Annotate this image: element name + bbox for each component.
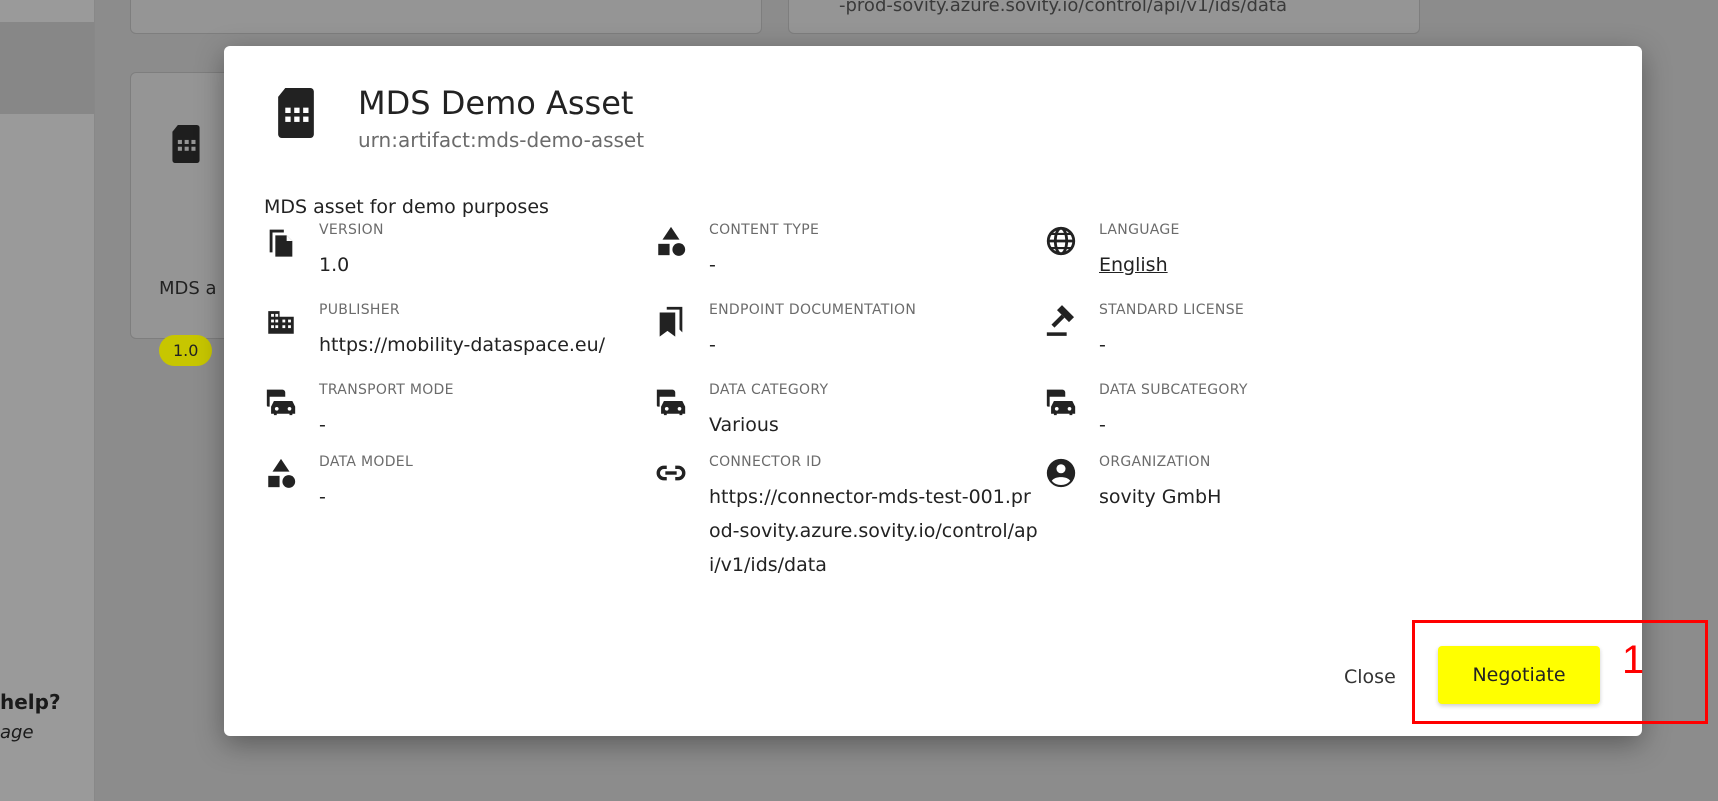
- sidebar-active-band: [0, 22, 94, 114]
- field-value: sovity GmbH: [1099, 486, 1222, 508]
- field-value: -: [709, 254, 716, 276]
- file-copy-icon: [269, 229, 293, 257]
- sim-card-icon: [172, 125, 200, 163]
- background-card-text: MDS a: [159, 278, 217, 299]
- background-url-card: -prod-sovity.azure.sovity.io/control/api…: [788, 0, 1420, 34]
- dialog-title: MDS Demo Asset: [358, 84, 634, 122]
- field-value: -: [319, 414, 326, 436]
- field-label: DATA CATEGORY: [709, 382, 829, 398]
- link-icon: [656, 465, 686, 481]
- sidebar: [0, 0, 95, 801]
- building-icon: [268, 311, 294, 334]
- background-url-text: -prod-sovity.azure.sovity.io/control/api…: [839, 0, 1288, 16]
- field-value: Various: [709, 414, 779, 436]
- language-link[interactable]: English: [1099, 248, 1469, 282]
- background-version-badge: 1.0: [159, 335, 213, 366]
- field-label: ORGANIZATION: [1099, 454, 1211, 470]
- annotation-number: 1: [1622, 638, 1645, 682]
- asset-description: MDS asset for demo purposes: [264, 196, 549, 218]
- field-label: DATA SUBCATEGORY: [1099, 382, 1248, 398]
- field-value: -: [1099, 414, 1106, 436]
- category-shapes-icon: [658, 226, 686, 256]
- field-label: TRANSPORT MODE: [319, 382, 454, 398]
- account-circle-icon: [1046, 458, 1076, 488]
- field-value: https://connector-mds-test-001.prod-sovi…: [709, 486, 1038, 576]
- field-label: DATA MODEL: [319, 454, 414, 470]
- field-label: CONNECTOR ID: [709, 454, 822, 470]
- annotation-highlight-box: [1412, 620, 1708, 724]
- dialog-subtitle: urn:artifact:mds-demo-asset: [358, 128, 645, 152]
- field-label: CONTENT TYPE: [709, 222, 820, 238]
- field-value: https://mobility-dataspace.eu/: [319, 334, 606, 356]
- gavel-icon: [1046, 305, 1075, 336]
- sim-card-icon: [278, 88, 314, 138]
- commute-icon: [1046, 389, 1076, 416]
- category-shapes-icon: [268, 458, 296, 488]
- field-label: PUBLISHER: [319, 302, 400, 318]
- bookmarks-icon: [659, 306, 683, 337]
- field-label: LANGUAGE: [1099, 222, 1180, 238]
- help-title: help?: [0, 690, 61, 714]
- commute-icon: [266, 389, 296, 416]
- field-value: -: [319, 486, 326, 508]
- field-value: -: [709, 334, 716, 356]
- field-value: 1.0: [319, 254, 350, 276]
- field-value: -: [1099, 334, 1106, 356]
- field-label: STANDARD LICENSE: [1099, 302, 1245, 318]
- field-label: ENDPOINT DOCUMENTATION: [709, 302, 917, 318]
- commute-icon: [656, 389, 686, 416]
- background-search-card: [130, 0, 762, 34]
- globe-icon: [1046, 226, 1076, 256]
- help-subtitle: age: [0, 722, 34, 743]
- close-button[interactable]: Close: [1334, 658, 1406, 696]
- field-label: VERSION: [319, 222, 384, 238]
